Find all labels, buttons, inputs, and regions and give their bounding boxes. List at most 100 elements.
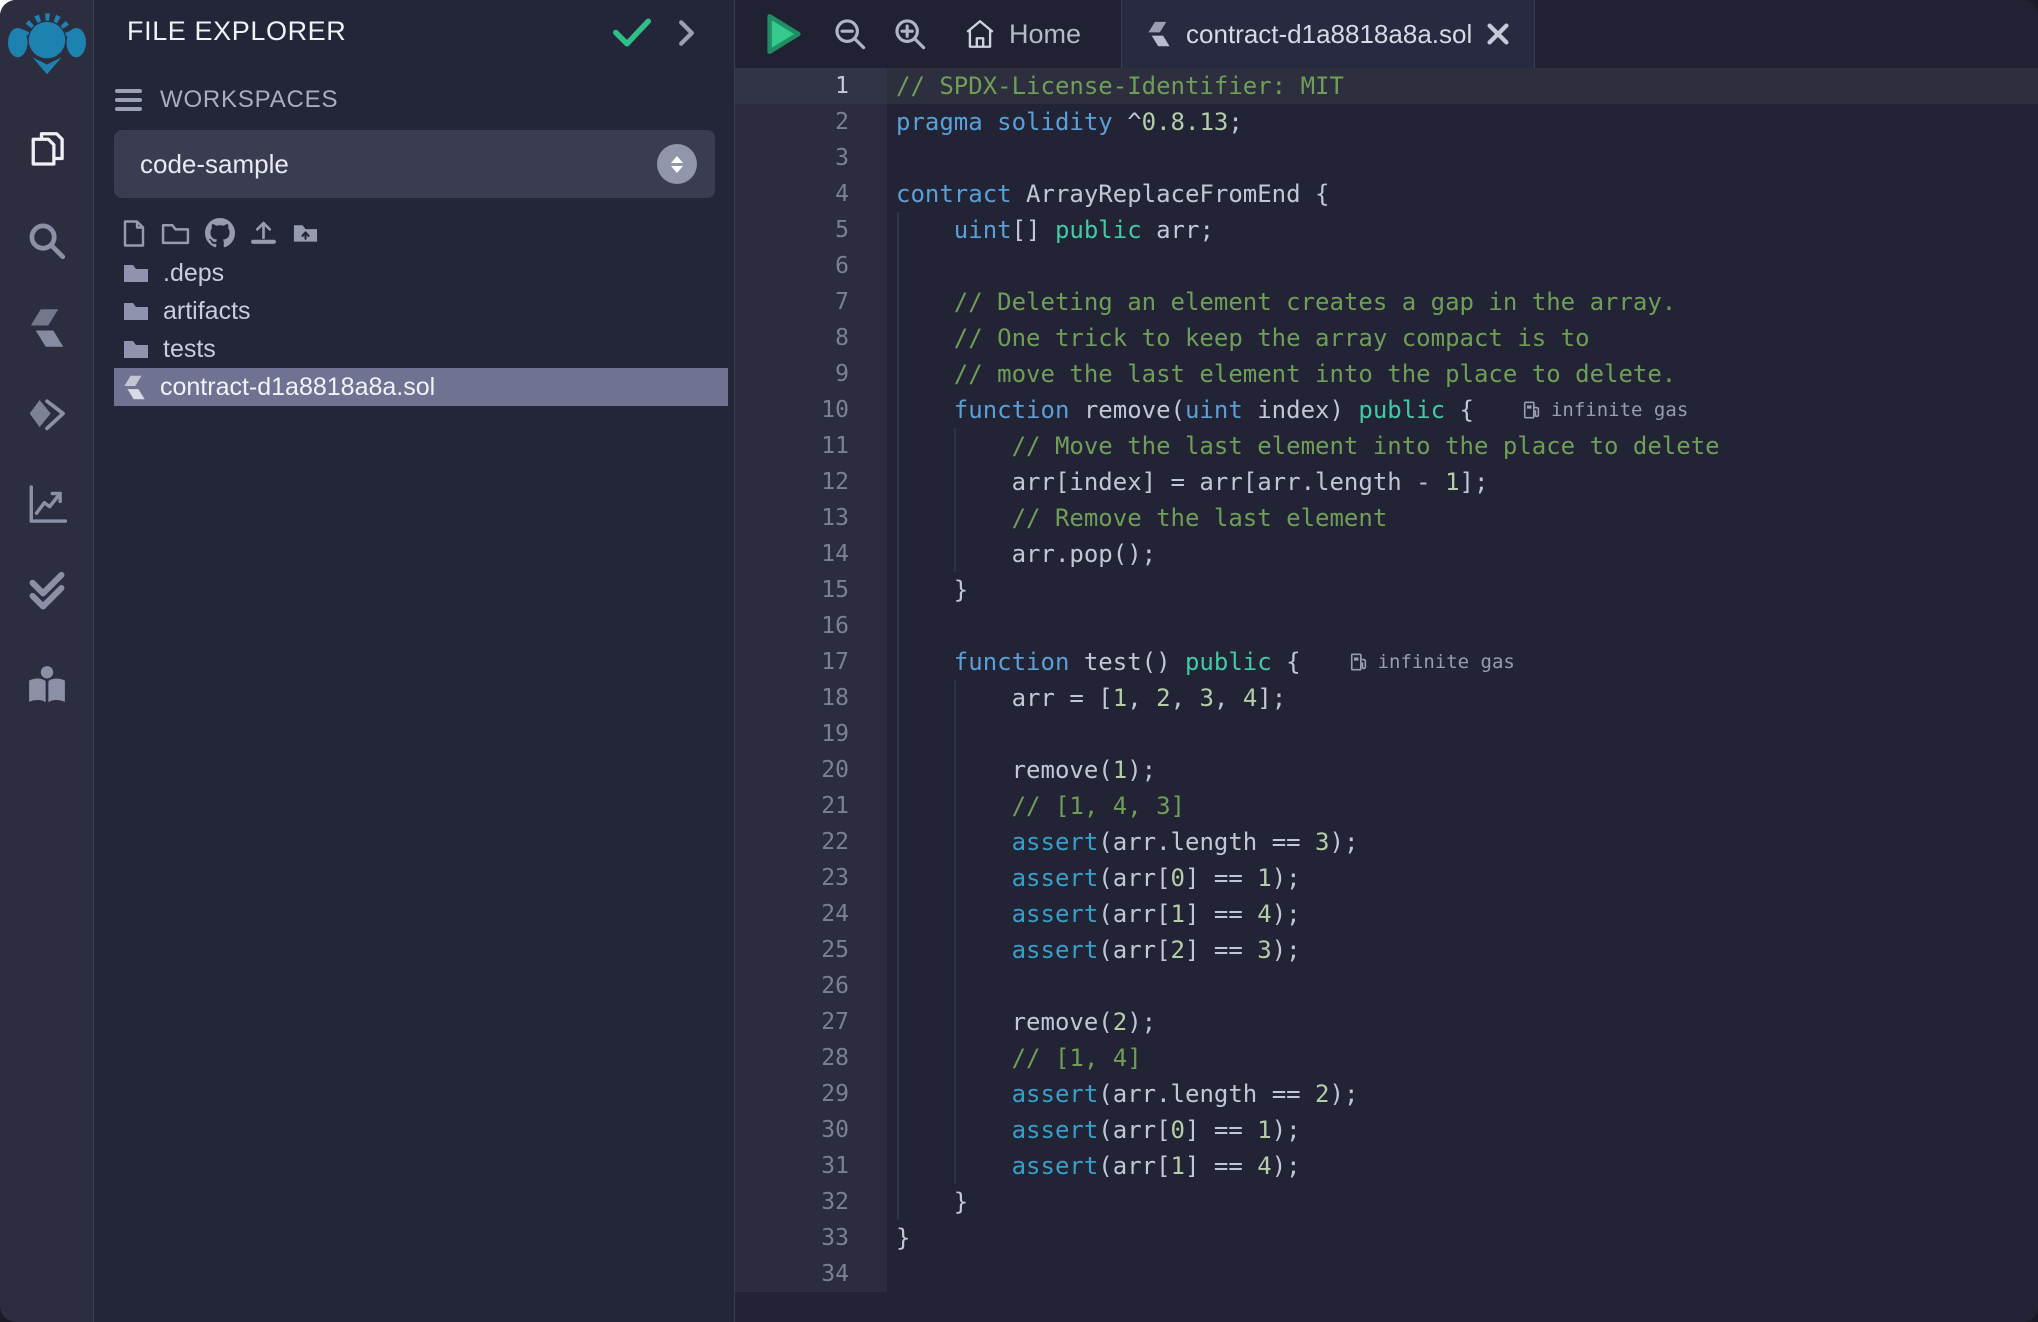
code-line[interactable]: 17 function test() public {infinite gas xyxy=(735,644,2038,680)
code-line[interactable]: 5 uint[] public arr; xyxy=(735,212,2038,248)
code-line[interactable]: 23 assert(arr[0] == 1); xyxy=(735,860,2038,896)
code-line[interactable]: 4contract ArrayReplaceFromEnd { xyxy=(735,176,2038,212)
code-line[interactable]: 25 assert(arr[2] == 3); xyxy=(735,932,2038,968)
code-line[interactable]: 32 } xyxy=(735,1184,2038,1220)
code-line[interactable]: 3 xyxy=(735,140,2038,176)
line-number: 18 xyxy=(735,680,887,716)
analytics-icon[interactable] xyxy=(0,474,94,534)
code-line-text: pragma solidity ^0.8.13; xyxy=(887,104,2038,140)
close-tab-icon[interactable] xyxy=(1486,22,1510,46)
line-number: 1 xyxy=(735,68,887,104)
code-line[interactable]: 18 arr = [1, 2, 3, 4]; xyxy=(735,680,2038,716)
code-line[interactable]: 9 // move the last element into the plac… xyxy=(735,356,2038,392)
code-line[interactable]: 10 function remove(uint index) public {i… xyxy=(735,392,2038,428)
file-explorer-panel: FILE EXPLORER WORKSPACES code-sample xyxy=(94,0,734,1322)
code-line[interactable]: 1// SPDX-License-Identifier: MIT xyxy=(735,68,2038,104)
code-line[interactable]: 11 // Move the last element into the pla… xyxy=(735,428,2038,464)
tree-folder-row[interactable]: .deps xyxy=(114,254,728,292)
code-line[interactable]: 8 // One trick to keep the array compact… xyxy=(735,320,2038,356)
code-line[interactable]: 26 xyxy=(735,968,2038,1004)
code-line[interactable]: 34 xyxy=(735,1256,2038,1292)
code-line[interactable]: 15 } xyxy=(735,572,2038,608)
upload-folder-icon[interactable] xyxy=(292,221,319,245)
solidity-compiler-icon[interactable] xyxy=(0,298,94,358)
line-number: 3 xyxy=(735,140,887,176)
run-script-button[interactable] xyxy=(765,13,803,55)
tab-contract[interactable]: contract-d1a8818a8a.sol xyxy=(1121,0,1535,68)
code-line-text: remove(2); xyxy=(887,1004,2038,1040)
new-folder-icon[interactable] xyxy=(161,221,190,246)
workspaces-menu-icon[interactable] xyxy=(115,89,142,111)
code-line[interactable]: 20 remove(1); xyxy=(735,752,2038,788)
zoom-in-icon[interactable] xyxy=(893,17,927,51)
accept-check-icon[interactable] xyxy=(612,16,652,49)
editor-area: Home contract-d1a8818a8a.sol 1// SPDX-Li… xyxy=(734,0,2038,1322)
code-line[interactable]: 27 remove(2); xyxy=(735,1004,2038,1040)
solidity-file-icon xyxy=(122,375,147,400)
code-editor[interactable]: 1// SPDX-License-Identifier: MIT2pragma … xyxy=(735,68,2038,1322)
code-line[interactable]: 30 assert(arr[0] == 1); xyxy=(735,1112,2038,1148)
workspace-name: code-sample xyxy=(140,149,289,180)
code-line-text: assert(arr.length == 2); xyxy=(887,1076,2038,1112)
code-line-text: arr.pop(); xyxy=(887,536,2038,572)
code-line[interactable]: 24 assert(arr[1] == 4); xyxy=(735,896,2038,932)
code-line[interactable]: 2pragma solidity ^0.8.13; xyxy=(735,104,2038,140)
code-line[interactable]: 19 xyxy=(735,716,2038,752)
tab-home[interactable]: Home xyxy=(963,18,1081,50)
file-explorer-icon[interactable] xyxy=(0,123,94,183)
code-line-text: uint[] public arr; xyxy=(887,212,2038,248)
code-line-text: // Move the last element into the place … xyxy=(887,428,2038,464)
code-line[interactable]: 28 // [1, 4] xyxy=(735,1040,2038,1076)
code-line[interactable]: 13 // Remove the last element xyxy=(735,500,2038,536)
code-line-text: contract ArrayReplaceFromEnd { xyxy=(887,176,2038,212)
tree-folder-row[interactable]: artifacts xyxy=(114,292,728,330)
collapse-chevron-icon[interactable] xyxy=(678,19,695,47)
line-number: 12 xyxy=(735,464,887,500)
learn-icon[interactable] xyxy=(0,656,94,716)
gas-badge: infinite gas xyxy=(1349,644,1515,680)
code-line-text xyxy=(887,968,2038,1004)
line-number: 15 xyxy=(735,572,887,608)
code-line-text: // [1, 4, 3] xyxy=(887,788,2038,824)
code-line[interactable]: 14 arr.pop(); xyxy=(735,536,2038,572)
search-icon[interactable] xyxy=(0,211,94,271)
line-number: 22 xyxy=(735,824,887,860)
code-line[interactable]: 33} xyxy=(735,1220,2038,1256)
tree-file-row-selected[interactable]: contract-d1a8818a8a.sol xyxy=(114,368,728,406)
line-number: 31 xyxy=(735,1148,887,1184)
tree-folder-row[interactable]: tests xyxy=(114,330,728,368)
code-line-text: assert(arr.length == 3); xyxy=(887,824,2038,860)
folder-icon xyxy=(122,261,150,285)
code-line[interactable]: 6 xyxy=(735,248,2038,284)
icon-rail xyxy=(0,0,94,1322)
selected-file-label: contract-d1a8818a8a.sol xyxy=(160,373,435,402)
line-number: 26 xyxy=(735,968,887,1004)
code-line-text: function remove(uint index) public {infi… xyxy=(887,392,2038,428)
line-number: 20 xyxy=(735,752,887,788)
remix-ide-window: FILE EXPLORER WORKSPACES code-sample xyxy=(0,0,2038,1322)
file-tree: .deps artifacts tests xyxy=(94,254,734,406)
line-number: 4 xyxy=(735,176,887,212)
code-line-text: // Deleting an element creates a gap in … xyxy=(887,284,2038,320)
upload-file-icon[interactable] xyxy=(250,220,277,247)
code-line[interactable]: 7 // Deleting an element creates a gap i… xyxy=(735,284,2038,320)
code-line[interactable]: 29 assert(arr.length == 2); xyxy=(735,1076,2038,1112)
unit-test-icon[interactable] xyxy=(0,562,94,622)
workspace-selector[interactable]: code-sample xyxy=(114,130,715,198)
deploy-run-icon[interactable] xyxy=(0,386,94,446)
new-file-icon[interactable] xyxy=(122,219,146,248)
folder-icon xyxy=(122,337,150,361)
remix-logo-icon[interactable] xyxy=(8,8,86,82)
code-line-text: assert(arr[0] == 1); xyxy=(887,860,2038,896)
code-line-text xyxy=(887,1256,2038,1292)
github-icon[interactable] xyxy=(205,218,235,248)
code-line-text: // SPDX-License-Identifier: MIT xyxy=(887,68,2038,104)
code-line[interactable]: 22 assert(arr.length == 3); xyxy=(735,824,2038,860)
code-line[interactable]: 21 // [1, 4, 3] xyxy=(735,788,2038,824)
code-line[interactable]: 16 xyxy=(735,608,2038,644)
home-icon xyxy=(963,18,997,50)
code-line[interactable]: 31 assert(arr[1] == 4); xyxy=(735,1148,2038,1184)
zoom-out-icon[interactable] xyxy=(833,17,867,51)
code-line[interactable]: 12 arr[index] = arr[arr.length - 1]; xyxy=(735,464,2038,500)
workspace-sort-icon[interactable] xyxy=(657,144,697,184)
